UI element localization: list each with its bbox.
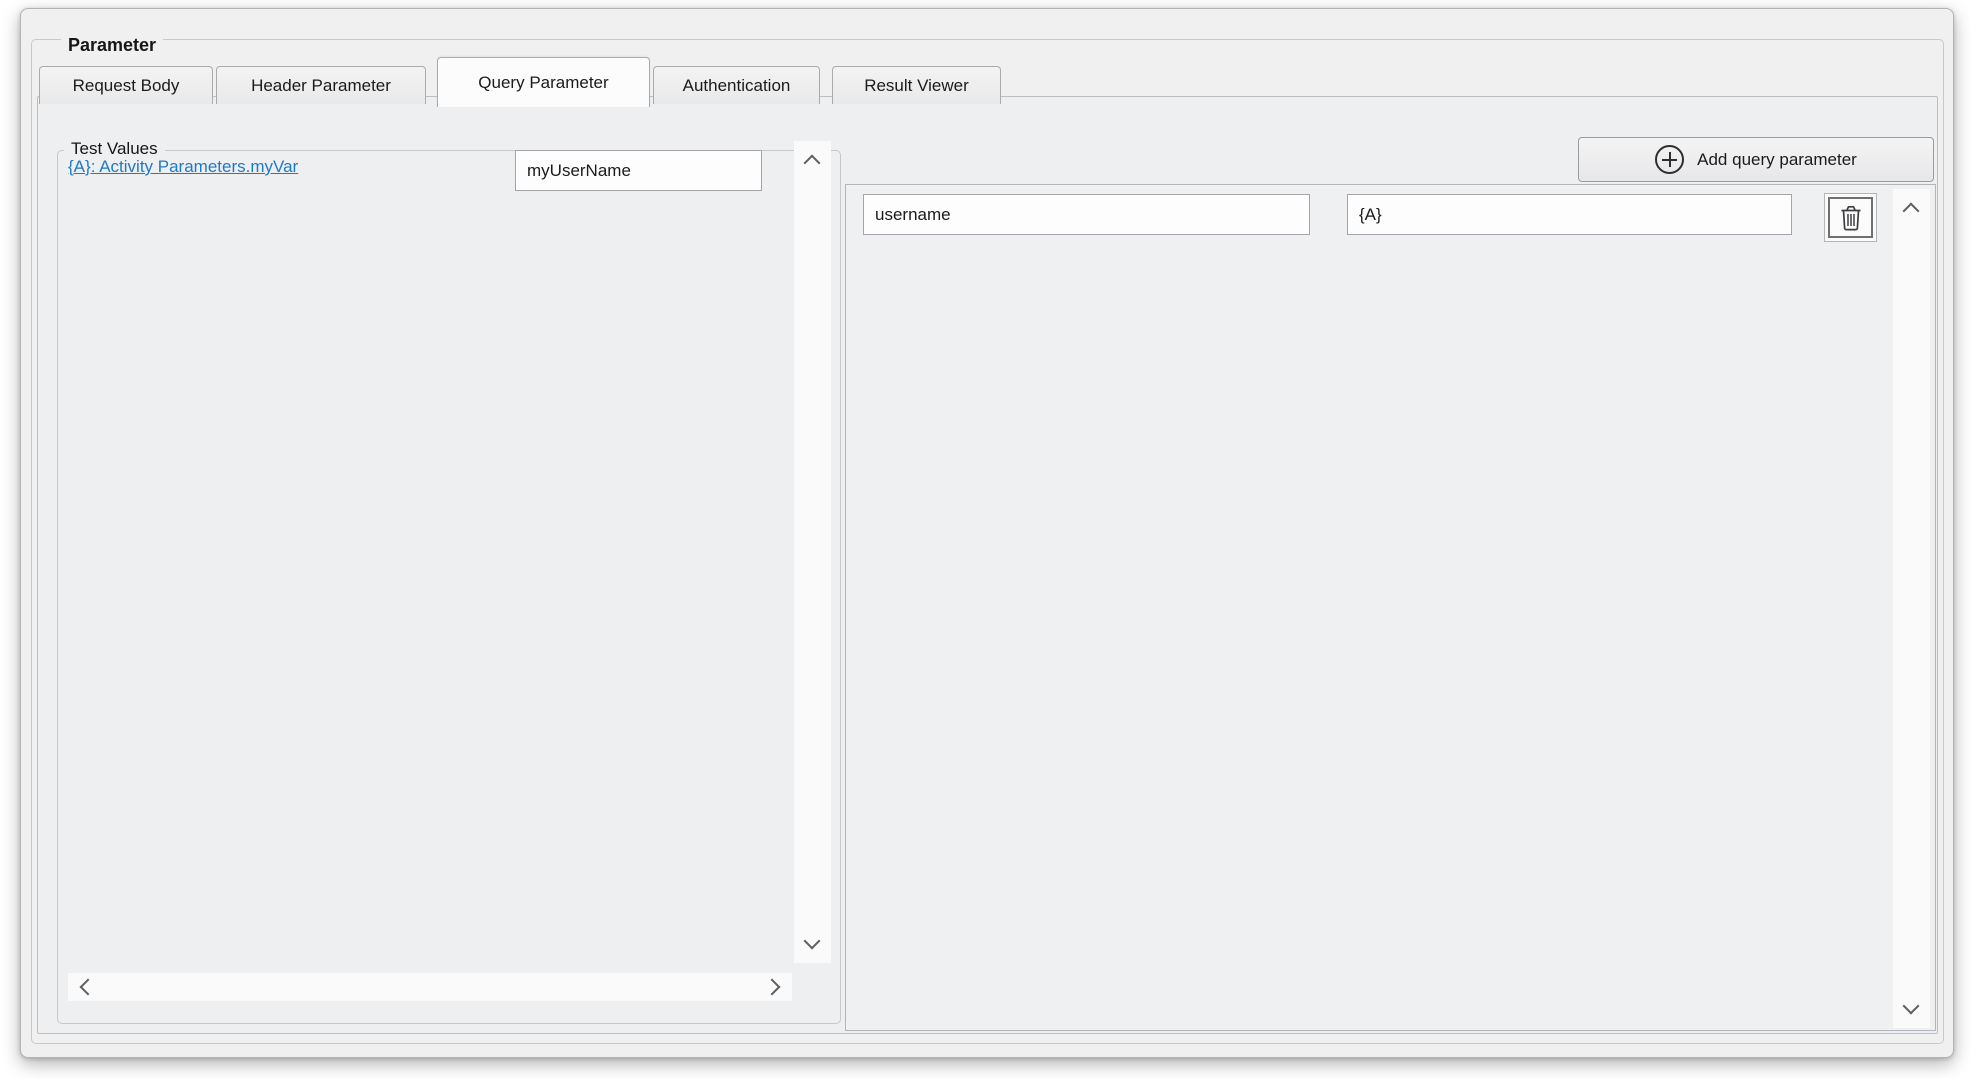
chevron-right-icon[interactable] — [764, 979, 781, 996]
parameter-group-title: Parameter — [61, 35, 163, 56]
tab-label: Query Parameter — [478, 73, 608, 93]
chevron-down-icon[interactable] — [1903, 998, 1920, 1015]
tab-request-body[interactable]: Request Body — [39, 66, 213, 104]
query-list-vertical-scrollbar[interactable] — [1893, 189, 1930, 1028]
tab-label: Result Viewer — [864, 76, 969, 96]
variable-link[interactable]: {A}: Activity Parameters.myVar — [68, 157, 298, 177]
chevron-down-icon[interactable] — [804, 933, 821, 950]
query-parameter-list-panel — [845, 184, 1936, 1031]
chevron-left-icon[interactable] — [80, 979, 97, 996]
tab-label: Authentication — [683, 76, 791, 96]
add-query-parameter-label: Add query parameter — [1697, 150, 1857, 170]
test-values-horizontal-scrollbar[interactable] — [68, 973, 792, 1001]
tab-query-parameter[interactable]: Query Parameter — [437, 57, 650, 107]
trash-icon — [1828, 197, 1873, 238]
plus-circle-icon — [1655, 145, 1684, 174]
tab-authentication[interactable]: Authentication — [653, 66, 820, 104]
chevron-up-icon[interactable] — [804, 155, 821, 172]
screenshot-canvas: Parameter Test Values {A}: Activity Para… — [0, 0, 1970, 1078]
query-param-value-input[interactable] — [1347, 194, 1792, 235]
add-query-parameter-button[interactable]: Add query parameter — [1578, 137, 1934, 182]
test-values-group-title: Test Values — [64, 139, 165, 159]
chevron-up-icon[interactable] — [1903, 203, 1920, 220]
delete-query-parameter-button[interactable] — [1824, 193, 1877, 242]
tab-label: Header Parameter — [251, 76, 391, 96]
test-values-vertical-scrollbar[interactable] — [794, 141, 831, 963]
tab-result-viewer[interactable]: Result Viewer — [832, 66, 1001, 104]
tab-header-parameter[interactable]: Header Parameter — [216, 66, 426, 104]
query-param-name-input[interactable] — [863, 194, 1310, 235]
tab-label: Request Body — [73, 76, 180, 96]
test-values-groupbox — [57, 150, 841, 1024]
parameter-window: Parameter Test Values {A}: Activity Para… — [20, 8, 1954, 1058]
test-value-input[interactable] — [515, 150, 762, 191]
